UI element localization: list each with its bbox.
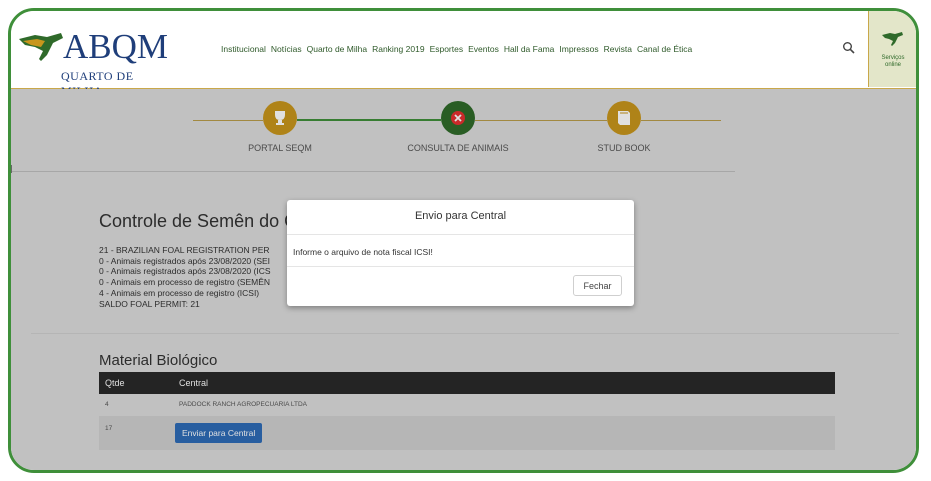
nav-item-revista[interactable]: Revista [604, 44, 632, 54]
brand-name: ABQM [63, 27, 169, 66]
nav-item-institucional[interactable]: Institucional [221, 44, 266, 54]
servicos-label: Serviços online [881, 55, 905, 68]
main-nav: Institucional Notícias Quarto de Milha R… [221, 44, 692, 54]
site-header: ABQM QUARTO DE MILHA Institucional Notíc… [11, 11, 916, 98]
servicos-online-button[interactable]: Serviços online [868, 11, 916, 87]
divider [31, 470, 899, 471]
horse-icon [882, 32, 903, 46]
fechar-button[interactable]: Fechar [573, 275, 622, 296]
modal-message: Informe o arquivo de nota fiscal ICSI! [293, 247, 433, 257]
nav-item-hall-da-fama[interactable]: Hall da Fama [504, 44, 555, 54]
browser-frame: ABQM QUARTO DE MILHA Institucional Notíc… [8, 8, 919, 473]
page: ABQM QUARTO DE MILHA Institucional Notíc… [11, 11, 916, 470]
modal-title: Envio para Central [414, 210, 507, 222]
nav-item-eventos[interactable]: Eventos [468, 44, 499, 54]
nav-item-canal-de-etica[interactable]: Canal de Ética [637, 44, 692, 54]
modal-body: Informe o arquivo de nota fiscal ICSI! [287, 234, 634, 267]
abqm-logo[interactable]: ABQM QUARTO DE MILHA [17, 25, 177, 98]
modal-header: Envio para Central [287, 200, 634, 235]
nav-item-noticias[interactable]: Notícias [271, 44, 302, 54]
horse-logo-icon [19, 33, 63, 61]
search-icon[interactable] [842, 41, 856, 55]
nav-item-quarto-de-milha[interactable]: Quarto de Milha [307, 44, 367, 54]
nav-item-ranking[interactable]: Ranking 2019 [372, 44, 424, 54]
envio-modal: Envio para Central Informe o arquivo de … [287, 200, 634, 306]
nav-item-esportes[interactable]: Esportes [430, 44, 464, 54]
nav-item-impressos[interactable]: Impressos [559, 44, 598, 54]
